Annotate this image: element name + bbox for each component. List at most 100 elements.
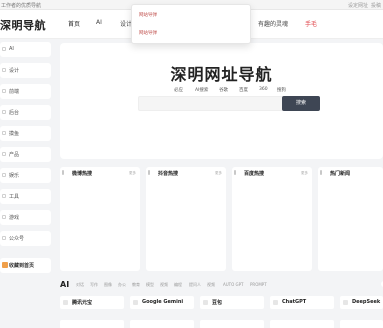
engine-tab[interactable]: 百度 <box>239 87 248 93</box>
ai-tab[interactable]: 写作 <box>90 282 98 288</box>
category-icon <box>2 173 6 177</box>
category-icon <box>2 131 6 135</box>
card-accent <box>62 170 64 175</box>
category-icon <box>2 110 6 114</box>
ai-tool-card[interactable]: 腾讯元宝 <box>60 296 124 309</box>
top-link[interactable]: 设定网址 <box>348 3 368 9</box>
category-icon <box>2 236 6 240</box>
more-link[interactable]: 更多 <box>215 171 222 176</box>
ai-tool-card[interactable] <box>130 320 194 328</box>
hot-card-douyin: 抖音热搜 更多 <box>146 167 226 271</box>
ai-tool-card[interactable] <box>200 320 264 328</box>
category-icon <box>2 152 6 156</box>
tool-icon <box>273 300 278 305</box>
engine-tab[interactable]: 搜狗 <box>277 87 286 93</box>
sidebar-item-label: 前端 <box>9 89 20 95</box>
nav-home[interactable]: 首页 <box>68 19 80 28</box>
tool-icon <box>203 300 208 305</box>
more-link[interactable]: 更多 <box>301 171 308 176</box>
ai-tab[interactable]: 图像 <box>104 282 112 288</box>
ai-tab[interactable]: 视频 <box>160 282 168 288</box>
ai-tab[interactable]: 编程 <box>174 282 182 288</box>
category-icon <box>2 89 6 93</box>
top-link[interactable]: 投稿 <box>371 3 381 9</box>
sidebar-item-label: 设计 <box>9 68 20 74</box>
sidebar-item-label: 游戏 <box>9 215 20 221</box>
sidebar-item-games[interactable]: 游戏 <box>0 210 51 225</box>
nav-hot[interactable]: 手毛 <box>305 19 317 28</box>
collect-label: 收藏到首页 <box>9 263 35 269</box>
hot-card-title: 百度热搜 <box>244 171 265 177</box>
ai-tab[interactable]: 对话 <box>76 282 84 288</box>
ai-tool-card[interactable]: 豆包 <box>200 296 264 309</box>
tool-name: ChatGPT <box>282 299 307 305</box>
tool-name: DeepSeek <box>352 299 381 305</box>
ai-tab[interactable]: AUTO GPT <box>223 282 243 287</box>
sidebar-item-label: 摸鱼 <box>9 131 20 137</box>
search-button[interactable]: 搜索 <box>282 96 320 111</box>
ai-tool-card[interactable] <box>340 320 383 328</box>
category-icon <box>2 47 6 51</box>
ai-tab[interactable]: 模型 <box>146 282 154 288</box>
sidebar-item-entertainment[interactable]: 娱乐 <box>0 168 51 183</box>
sidebar-item-label: 工具 <box>9 194 20 200</box>
engine-tab[interactable]: AI搜索 <box>195 87 208 93</box>
section-title: AI <box>60 280 70 289</box>
sidebar-item-label: 公众号 <box>9 236 25 242</box>
nav-fun[interactable]: 有趣的灵魂 <box>258 19 288 28</box>
sidebar-item-tools[interactable]: 工具 <box>0 189 51 204</box>
engine-tab[interactable]: 谷歌 <box>219 87 228 93</box>
sidebar-item-product[interactable]: 产品 <box>0 147 51 162</box>
ai-tab[interactable]: 提问人 <box>189 282 201 288</box>
dropdown-item[interactable]: 网站导弹 <box>139 30 157 36</box>
hot-card-title: 热门新闻 <box>330 171 351 177</box>
ai-tool-card[interactable] <box>60 320 124 328</box>
tool-icon <box>343 300 348 305</box>
tool-name: Google Gemini <box>142 299 184 305</box>
tool-icon <box>63 300 68 305</box>
nav-ai[interactable]: AI <box>96 19 102 26</box>
category-icon <box>2 215 6 219</box>
hot-card-title: 抖音热搜 <box>158 171 179 177</box>
search-input[interactable] <box>138 96 284 111</box>
tool-name: 腾讯元宝 <box>72 300 93 306</box>
sidebar-item-design[interactable]: 设计 <box>0 63 51 78</box>
sidebar-item-ai[interactable]: AI <box>0 42 51 57</box>
site-tagline: 工作者的优质导航 <box>1 3 42 9</box>
engine-tab[interactable]: 360 <box>259 87 268 92</box>
hero-title: 深明网址导航 <box>170 65 273 84</box>
hot-card-weibo: 微博热搜 更多 <box>60 167 140 271</box>
ai-tab[interactable]: 视频 <box>207 282 215 288</box>
sidebar-item-backend[interactable]: 后台 <box>0 105 51 120</box>
collect-to-home-button[interactable]: 收藏到首页 <box>0 258 51 273</box>
ai-tool-card[interactable]: Google Gemini <box>130 296 194 309</box>
hot-card-baidu: 百度热搜 更多 <box>232 167 312 271</box>
dropdown-item[interactable]: 网站导弹 <box>139 12 157 18</box>
card-accent <box>320 170 322 175</box>
sidebar-item-label: 产品 <box>9 152 20 158</box>
tool-name: 豆包 <box>212 300 223 306</box>
nav-dropdown-menu: 网站导弹 网站导弹 <box>131 4 251 44</box>
category-icon <box>2 68 6 72</box>
ai-tool-card[interactable]: DeepSeek <box>340 296 383 309</box>
card-accent <box>234 170 236 175</box>
site-logo[interactable]: 深明导航 <box>0 17 46 33</box>
ai-tab[interactable]: PROMPT <box>250 282 267 287</box>
category-icon <box>2 194 6 198</box>
top-links: 设定网址 投稿 <box>345 2 381 9</box>
hot-card-news: 热门新闻 <box>318 167 383 271</box>
sidebar-item-label: 后台 <box>9 110 20 116</box>
card-accent <box>148 170 150 175</box>
more-link[interactable]: 更多 <box>129 171 136 176</box>
bookmark-icon <box>2 262 8 268</box>
ai-tool-card[interactable] <box>270 320 334 328</box>
engine-tab[interactable]: 必应 <box>174 87 183 93</box>
ai-tool-card[interactable]: ChatGPT <box>270 296 334 309</box>
hot-card-title: 微博热搜 <box>72 171 93 177</box>
sidebar-item-slacking[interactable]: 摸鱼 <box>0 126 51 141</box>
sidebar-item-frontend[interactable]: 前端 <box>0 84 51 99</box>
sidebar-item-wechat[interactable]: 公众号 <box>0 231 51 246</box>
ai-tab[interactable]: 教育 <box>132 282 140 288</box>
ai-tab[interactable]: 办公 <box>118 282 126 288</box>
sidebar-item-label: AI <box>9 46 14 52</box>
